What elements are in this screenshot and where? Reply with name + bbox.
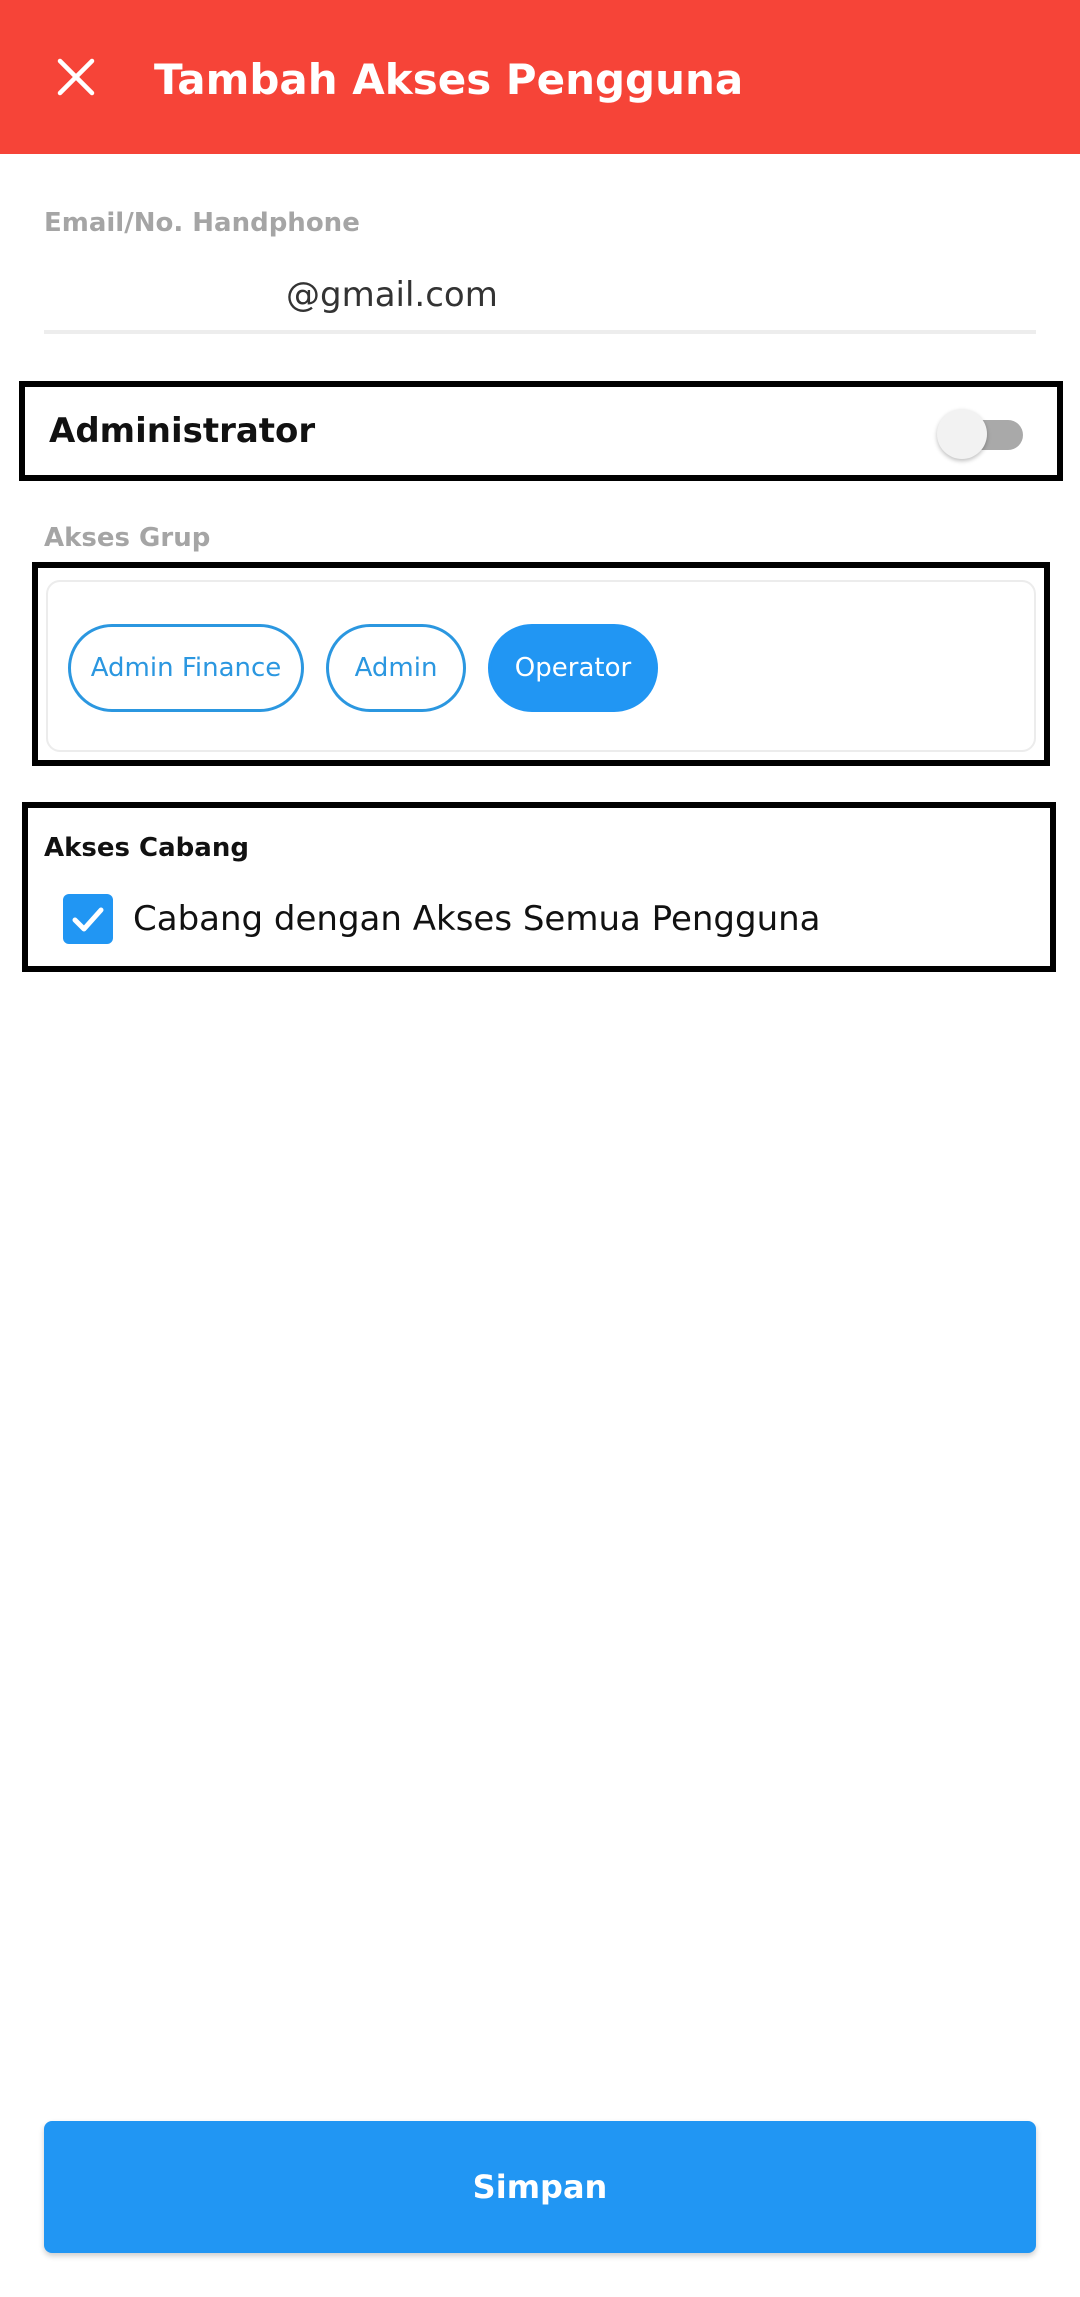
chip-admin[interactable]: Admin <box>326 624 466 712</box>
all-branches-checkbox-label[interactable]: Cabang dengan Akses Semua Pengguna <box>133 894 821 944</box>
checkmark-icon <box>72 907 104 932</box>
chip-operator[interactable]: Operator <box>488 624 658 712</box>
akses-grup-section: Admin Finance Admin Operator <box>32 562 1050 766</box>
administrator-label: Administrator <box>49 411 316 451</box>
add-user-access-screen: Tambah Akses Pengguna Email/No. Handphon… <box>0 0 1080 2297</box>
close-button[interactable] <box>44 45 108 109</box>
toggle-knob <box>937 409 987 459</box>
administrator-row: Administrator <box>19 381 1063 481</box>
akses-grup-chip-container: Admin Finance Admin Operator <box>46 580 1036 752</box>
page-title: Tambah Akses Pengguna <box>154 55 744 104</box>
akses-cabang-section: Akses Cabang Cabang dengan Akses Semua P… <box>22 802 1056 972</box>
email-input[interactable] <box>44 260 1036 334</box>
app-bar: Tambah Akses Pengguna <box>0 0 1080 154</box>
chip-admin-finance[interactable]: Admin Finance <box>68 624 304 712</box>
akses-grup-label: Akses Grup <box>44 523 211 553</box>
email-field-label: Email/No. Handphone <box>44 208 360 238</box>
administrator-toggle[interactable] <box>937 409 1027 459</box>
close-icon <box>57 58 95 96</box>
save-button[interactable]: Simpan <box>44 2121 1036 2253</box>
all-branches-checkbox[interactable] <box>63 894 113 944</box>
akses-cabang-label: Akses Cabang <box>44 833 249 863</box>
